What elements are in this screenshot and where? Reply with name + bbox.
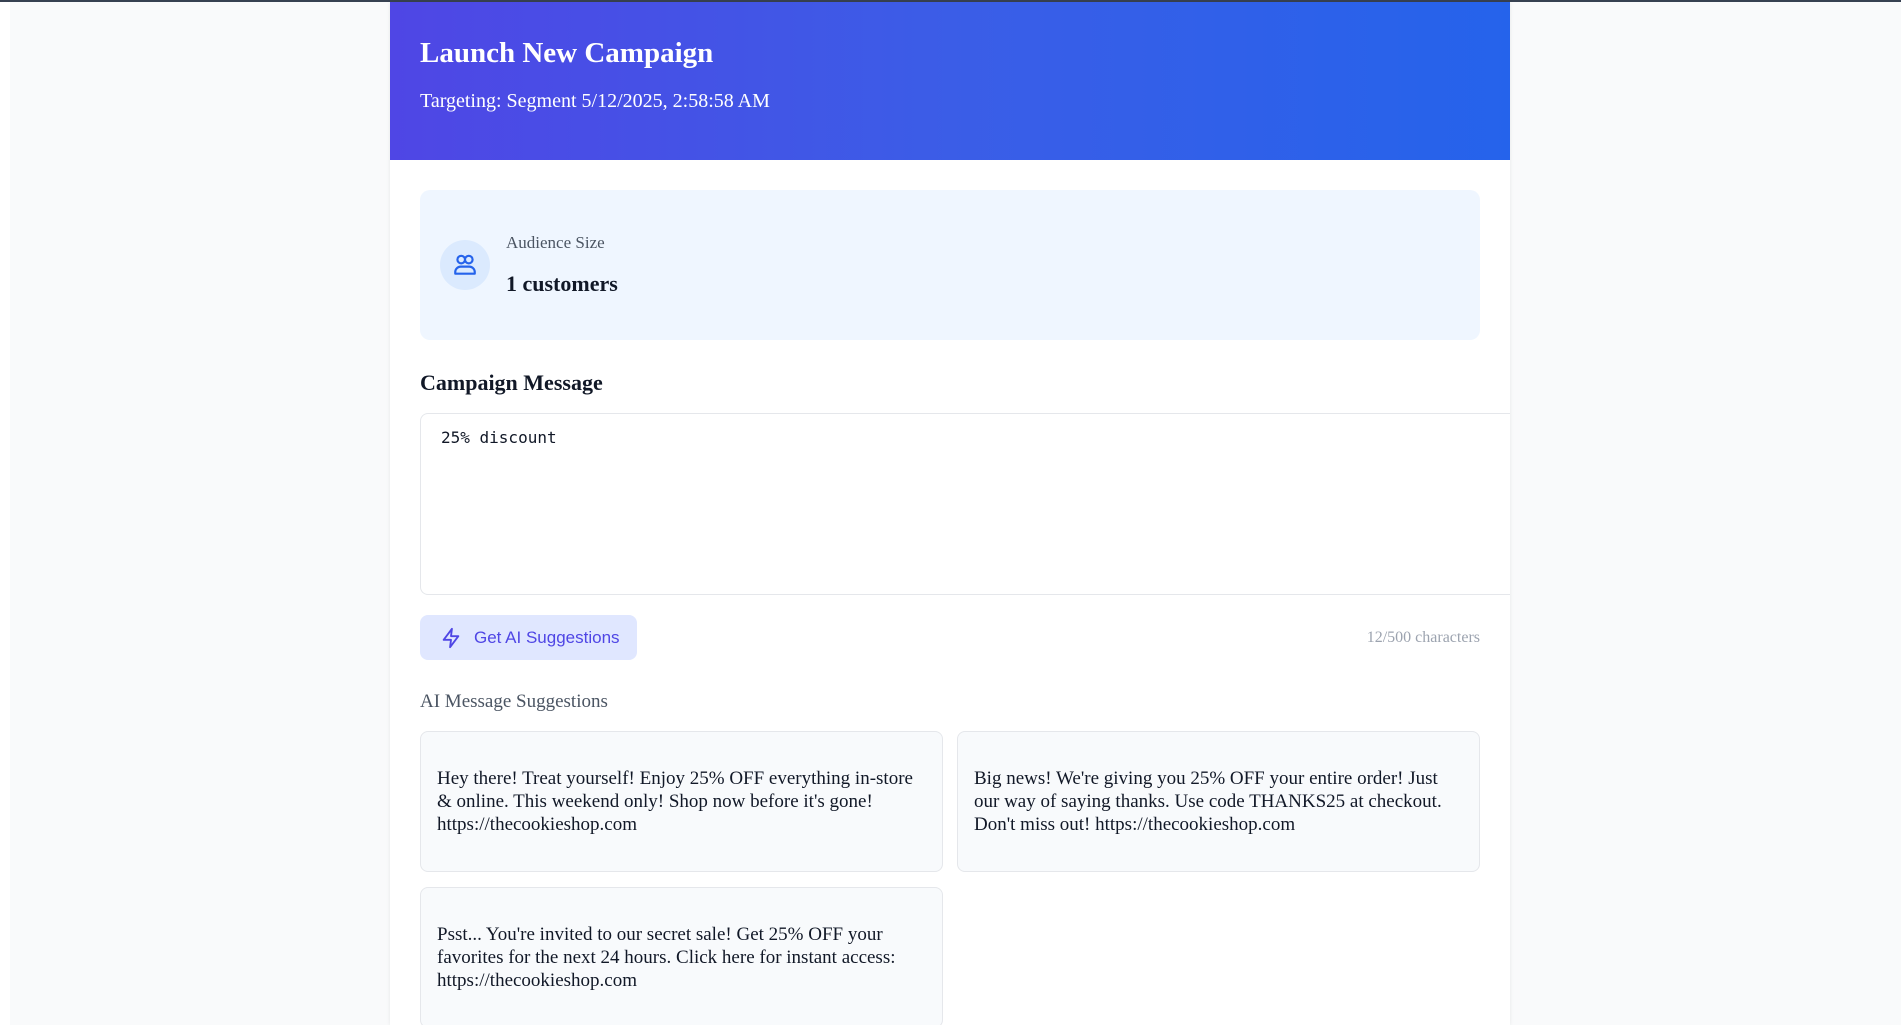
character-count: 12/500 characters: [1366, 628, 1480, 646]
ai-suggestion-card[interactable]: Big news! We're giving you 25% OFF your …: [957, 731, 1480, 872]
lightning-icon: [440, 627, 462, 649]
ai-suggestion-card[interactable]: Hey there! Treat yourself! Enjoy 25% OFF…: [420, 731, 943, 872]
ai-suggestions-grid: Hey there! Treat yourself! Enjoy 25% OFF…: [420, 731, 1480, 1025]
get-ai-suggestions-button[interactable]: Get AI Suggestions: [420, 615, 637, 660]
audience-size-value: 1 customers: [506, 271, 618, 296]
campaign-body: Audience Size 1 customers Campaign Messa…: [390, 160, 1510, 1025]
campaign-message-textarea[interactable]: 25% discount: [420, 413, 1510, 595]
audience-size-label: Audience Size: [506, 233, 605, 252]
audience-text: Audience Size 1 customers: [506, 232, 618, 298]
users-icon: [440, 240, 490, 290]
campaign-card: Launch New Campaign Targeting: Segment 5…: [390, 2, 1510, 1025]
campaign-message-title: Campaign Message: [420, 370, 603, 395]
audience-size-panel: Audience Size 1 customers: [420, 190, 1480, 340]
page-title: Launch New Campaign: [420, 37, 714, 69]
left-gutter: [0, 2, 10, 1025]
message-actions: Get AI Suggestions 12/500 characters: [420, 615, 1480, 660]
get-ai-suggestions-label: Get AI Suggestions: [474, 627, 620, 647]
targeting-subtitle: Targeting: Segment 5/12/2025, 2:58:58 AM: [420, 90, 770, 112]
campaign-header: Launch New Campaign Targeting: Segment 5…: [390, 2, 1510, 160]
ai-suggestions-title: AI Message Suggestions: [420, 691, 608, 712]
ai-suggestion-card[interactable]: Psst... You're invited to our secret sal…: [420, 887, 943, 1025]
